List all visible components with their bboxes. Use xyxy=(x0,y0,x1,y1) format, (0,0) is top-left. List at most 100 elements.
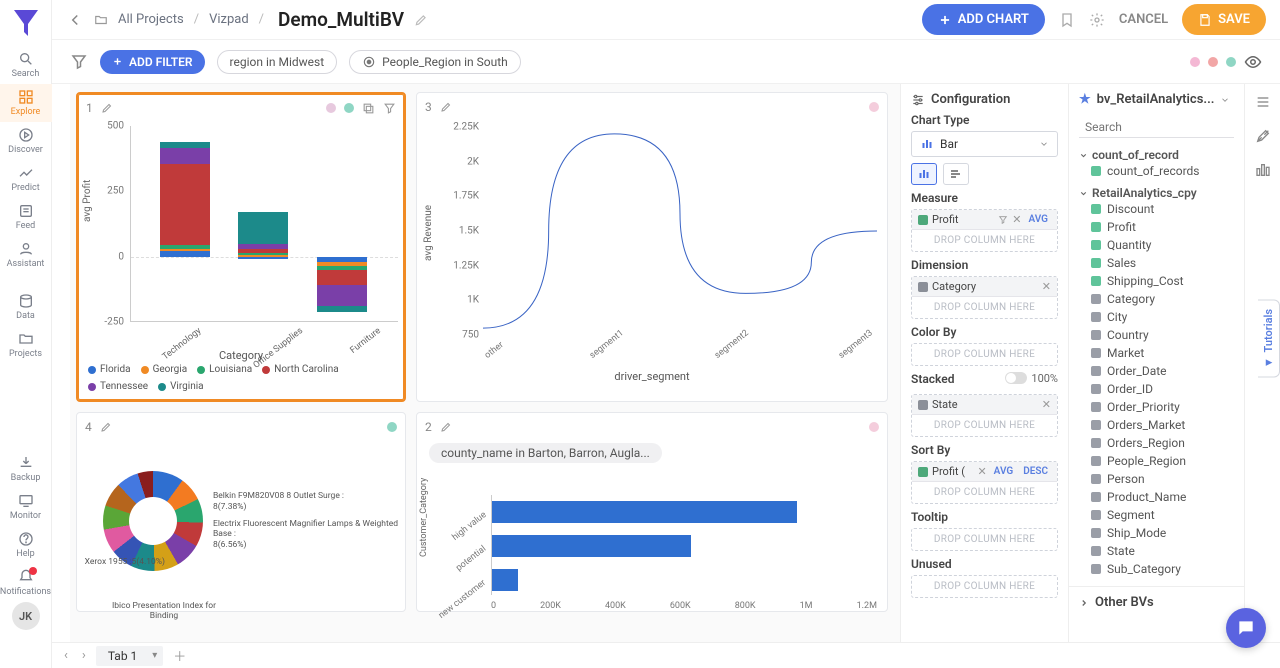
bv-field[interactable]: Quantity xyxy=(1069,236,1244,254)
edit-title-icon[interactable] xyxy=(414,13,428,27)
chart2-filter-pill[interactable]: county_name in Barton, Barron, Augla... xyxy=(429,443,662,463)
filter-icon[interactable] xyxy=(70,53,88,71)
card-edit-icon[interactable] xyxy=(440,421,452,433)
rail-assistant[interactable]: Assistant xyxy=(0,236,52,274)
rail-discover[interactable]: Discover xyxy=(0,122,52,160)
status-dot-pink[interactable] xyxy=(1190,57,1200,67)
pill-close-icon[interactable]: ✕ xyxy=(1042,398,1051,411)
orientation-vertical[interactable] xyxy=(911,163,937,185)
bv-field[interactable]: Market xyxy=(1069,344,1244,362)
bv-field[interactable]: Orders_Market xyxy=(1069,416,1244,434)
tutorials-tab[interactable]: ◄ Tutorials xyxy=(1258,300,1280,378)
bv-header[interactable]: ★bv_RetailAnalytics... xyxy=(1069,92,1244,113)
other-bvs[interactable]: Other BVs xyxy=(1069,586,1244,610)
bv-field[interactable]: count_of_records xyxy=(1069,162,1244,180)
bv-field[interactable]: Profit xyxy=(1069,218,1244,236)
crumb-folder[interactable]: Vizpad xyxy=(209,12,249,27)
chart-card-1[interactable]: 1 avg Profit -2500250500 TechnologyOffic… xyxy=(76,92,406,402)
tab-1[interactable]: Tab 1▾ xyxy=(96,646,163,666)
bv-field[interactable]: People_Region xyxy=(1069,452,1244,470)
bookmark-icon[interactable] xyxy=(1059,12,1075,28)
bv-field[interactable]: Order_ID xyxy=(1069,380,1244,398)
crumb-root[interactable]: All Projects xyxy=(118,12,184,27)
bv-group[interactable]: RetailAnalytics_cpy xyxy=(1069,180,1244,200)
filter-chip-people-region[interactable]: People_Region in South xyxy=(349,50,521,74)
card-filter-icon[interactable] xyxy=(383,102,396,115)
bv-group[interactable]: count_of_record xyxy=(1069,142,1244,162)
dimension-dropzone[interactable]: Category✕ DROP COLUMN HERE xyxy=(911,276,1058,319)
rail-predict[interactable]: Predict xyxy=(0,160,52,198)
bv-field[interactable]: Discount xyxy=(1069,200,1244,218)
bv-field[interactable]: Country xyxy=(1069,326,1244,344)
bv-field[interactable]: Segment xyxy=(1069,506,1244,524)
rail-feed[interactable]: Feed xyxy=(0,198,52,236)
pill-remove-icon[interactable] xyxy=(998,215,1008,225)
cancel-button[interactable]: CANCEL xyxy=(1119,12,1168,27)
rail-notifications[interactable]: Notifications xyxy=(0,564,52,602)
strip-config-icon[interactable] xyxy=(1255,94,1271,110)
card-dot[interactable] xyxy=(869,102,879,112)
card-dot[interactable] xyxy=(869,422,879,432)
back-button[interactable] xyxy=(66,11,84,29)
pill-close-icon[interactable]: ✕ xyxy=(1042,280,1051,293)
stacked-toggle[interactable] xyxy=(1005,372,1027,384)
rail-projects[interactable]: Projects xyxy=(0,326,52,364)
chat-bubble[interactable] xyxy=(1226,608,1266,648)
chart-card-3[interactable]: 3 avg Revenue 7501K1.25K1.5K1.75K2K2.25K… xyxy=(416,92,888,402)
status-dot-red[interactable] xyxy=(1208,57,1218,67)
rail-backup[interactable]: Backup xyxy=(0,450,52,488)
chart-type-select[interactable]: Bar xyxy=(911,131,1058,157)
bv-field[interactable]: Category xyxy=(1069,290,1244,308)
stacked-dropzone[interactable]: State✕ DROP COLUMN HERE xyxy=(911,394,1058,437)
colorby-dropzone[interactable]: DROP COLUMN HERE xyxy=(911,343,1058,366)
save-button[interactable]: SAVE xyxy=(1182,4,1266,35)
add-filter-button[interactable]: ADD FILTER xyxy=(100,50,205,74)
tab-prev[interactable]: ‹ xyxy=(60,648,72,663)
pill-close-icon[interactable]: ✕ xyxy=(977,465,986,478)
bv-search[interactable] xyxy=(1079,117,1234,138)
pill-dir[interactable]: DESC xyxy=(1020,466,1051,477)
bv-field[interactable]: Sub_Category xyxy=(1069,560,1244,578)
card-edit-icon[interactable] xyxy=(100,421,112,433)
card-copy-icon[interactable] xyxy=(362,102,375,115)
unused-dropzone[interactable]: DROP COLUMN HERE xyxy=(911,575,1058,598)
bv-search-input[interactable] xyxy=(1085,120,1241,134)
bv-field[interactable]: Orders_Region xyxy=(1069,434,1244,452)
status-dot-teal[interactable] xyxy=(1226,57,1236,67)
visibility-icon[interactable] xyxy=(1244,53,1262,71)
rail-search[interactable]: Search xyxy=(0,46,52,84)
rail-help[interactable]: Help xyxy=(0,526,52,564)
bv-field[interactable]: State xyxy=(1069,542,1244,560)
tab-menu-icon[interactable]: ▾ xyxy=(152,650,157,661)
user-avatar[interactable]: JK xyxy=(12,602,40,630)
tooltip-dropzone[interactable]: DROP COLUMN HERE xyxy=(911,528,1058,551)
bv-field[interactable]: Ship_Mode xyxy=(1069,524,1244,542)
sortby-dropzone[interactable]: Profit (✕AVGDESC DROP COLUMN HERE xyxy=(911,461,1058,504)
card-edit-icon[interactable] xyxy=(440,101,452,113)
pill-agg[interactable]: AVG xyxy=(1025,214,1051,225)
pill-agg[interactable]: AVG xyxy=(991,466,1017,477)
tab-next[interactable]: › xyxy=(78,648,90,663)
strip-chart-icon[interactable] xyxy=(1255,162,1271,178)
card-dot[interactable] xyxy=(387,422,397,432)
chart-card-2[interactable]: 2 county_name in Barton, Barron, Augla..… xyxy=(416,412,888,612)
card-dot[interactable] xyxy=(326,103,336,113)
chart-card-4[interactable]: 4 Xerox 1955 :5(4.10%) Ibico Presentatio… xyxy=(76,412,406,612)
orientation-horizontal[interactable] xyxy=(943,163,969,185)
settings-icon[interactable] xyxy=(1089,12,1105,28)
strip-format-icon[interactable] xyxy=(1255,128,1271,144)
pill-close-icon[interactable]: ✕ xyxy=(1012,213,1021,226)
card-dot[interactable] xyxy=(344,103,354,113)
bv-field[interactable]: Shipping_Cost xyxy=(1069,272,1244,290)
measure-dropzone[interactable]: Profit✕AVG DROP COLUMN HERE xyxy=(911,209,1058,252)
tab-add[interactable]: ＋ xyxy=(169,646,190,665)
bv-field[interactable]: Order_Priority xyxy=(1069,398,1244,416)
rail-monitor[interactable]: Monitor xyxy=(0,488,52,526)
add-chart-button[interactable]: ADD CHART xyxy=(922,4,1045,35)
rail-explore[interactable]: Explore xyxy=(0,84,52,122)
card-edit-icon[interactable] xyxy=(101,102,113,114)
bv-field[interactable]: City xyxy=(1069,308,1244,326)
bv-field[interactable]: Person xyxy=(1069,470,1244,488)
filter-chip-region[interactable]: region in Midwest xyxy=(217,50,338,74)
rail-data[interactable]: Data xyxy=(0,288,52,326)
